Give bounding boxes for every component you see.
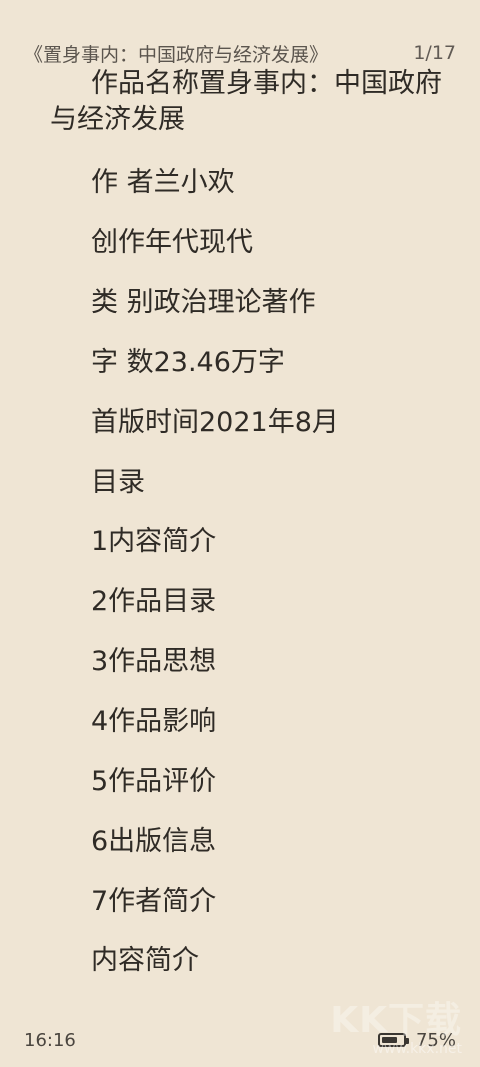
content-paragraph: 5作品评价 [91, 765, 217, 797]
content-paragraph: 7作者简介 [91, 885, 217, 917]
content-paragraph: 3作品思想 [91, 646, 217, 678]
page-indicator: 1/17 [413, 42, 456, 64]
content-paragraph: 2作品目录 [91, 586, 217, 618]
content-paragraph: 类 别政治理论著作 [91, 286, 316, 318]
content-paragraph: 首版时间2021年8月 [91, 406, 339, 438]
content-paragraph: 字 数23.46万字 [91, 346, 285, 378]
content-paragraph: 作品名称置身事内：中国政府与经济发展 [50, 68, 442, 135]
battery-level-fill [381, 1037, 397, 1043]
reader-header: 《置身事内：中国政府与经济发展》 1/17 [24, 38, 456, 68]
content-paragraph: 1内容简介 [91, 526, 217, 558]
battery-percentage: 75% [415, 1029, 456, 1051]
book-title: 《置身事内：中国政府与经济发展》 [24, 43, 329, 66]
clock-time: 16:16 [24, 1029, 76, 1051]
battery-status: 75% [377, 1029, 456, 1051]
content-paragraph: 创作年代现代 [91, 227, 253, 259]
content-paragraph: 4作品影响 [91, 705, 217, 737]
reading-content: 作品名称置身事内：中国政府与经济发展 作 者兰小欢 创作年代现代 类 别政治理论… [50, 66, 446, 1005]
content-paragraph: 内容简介 [91, 945, 199, 977]
content-paragraph: 目录 [91, 466, 145, 498]
status-footer: 16:16 75% [24, 1025, 456, 1055]
battery-icon [377, 1033, 409, 1047]
content-paragraph: 6出版信息 [91, 825, 217, 857]
content-paragraph: 作 者兰小欢 [91, 167, 235, 199]
